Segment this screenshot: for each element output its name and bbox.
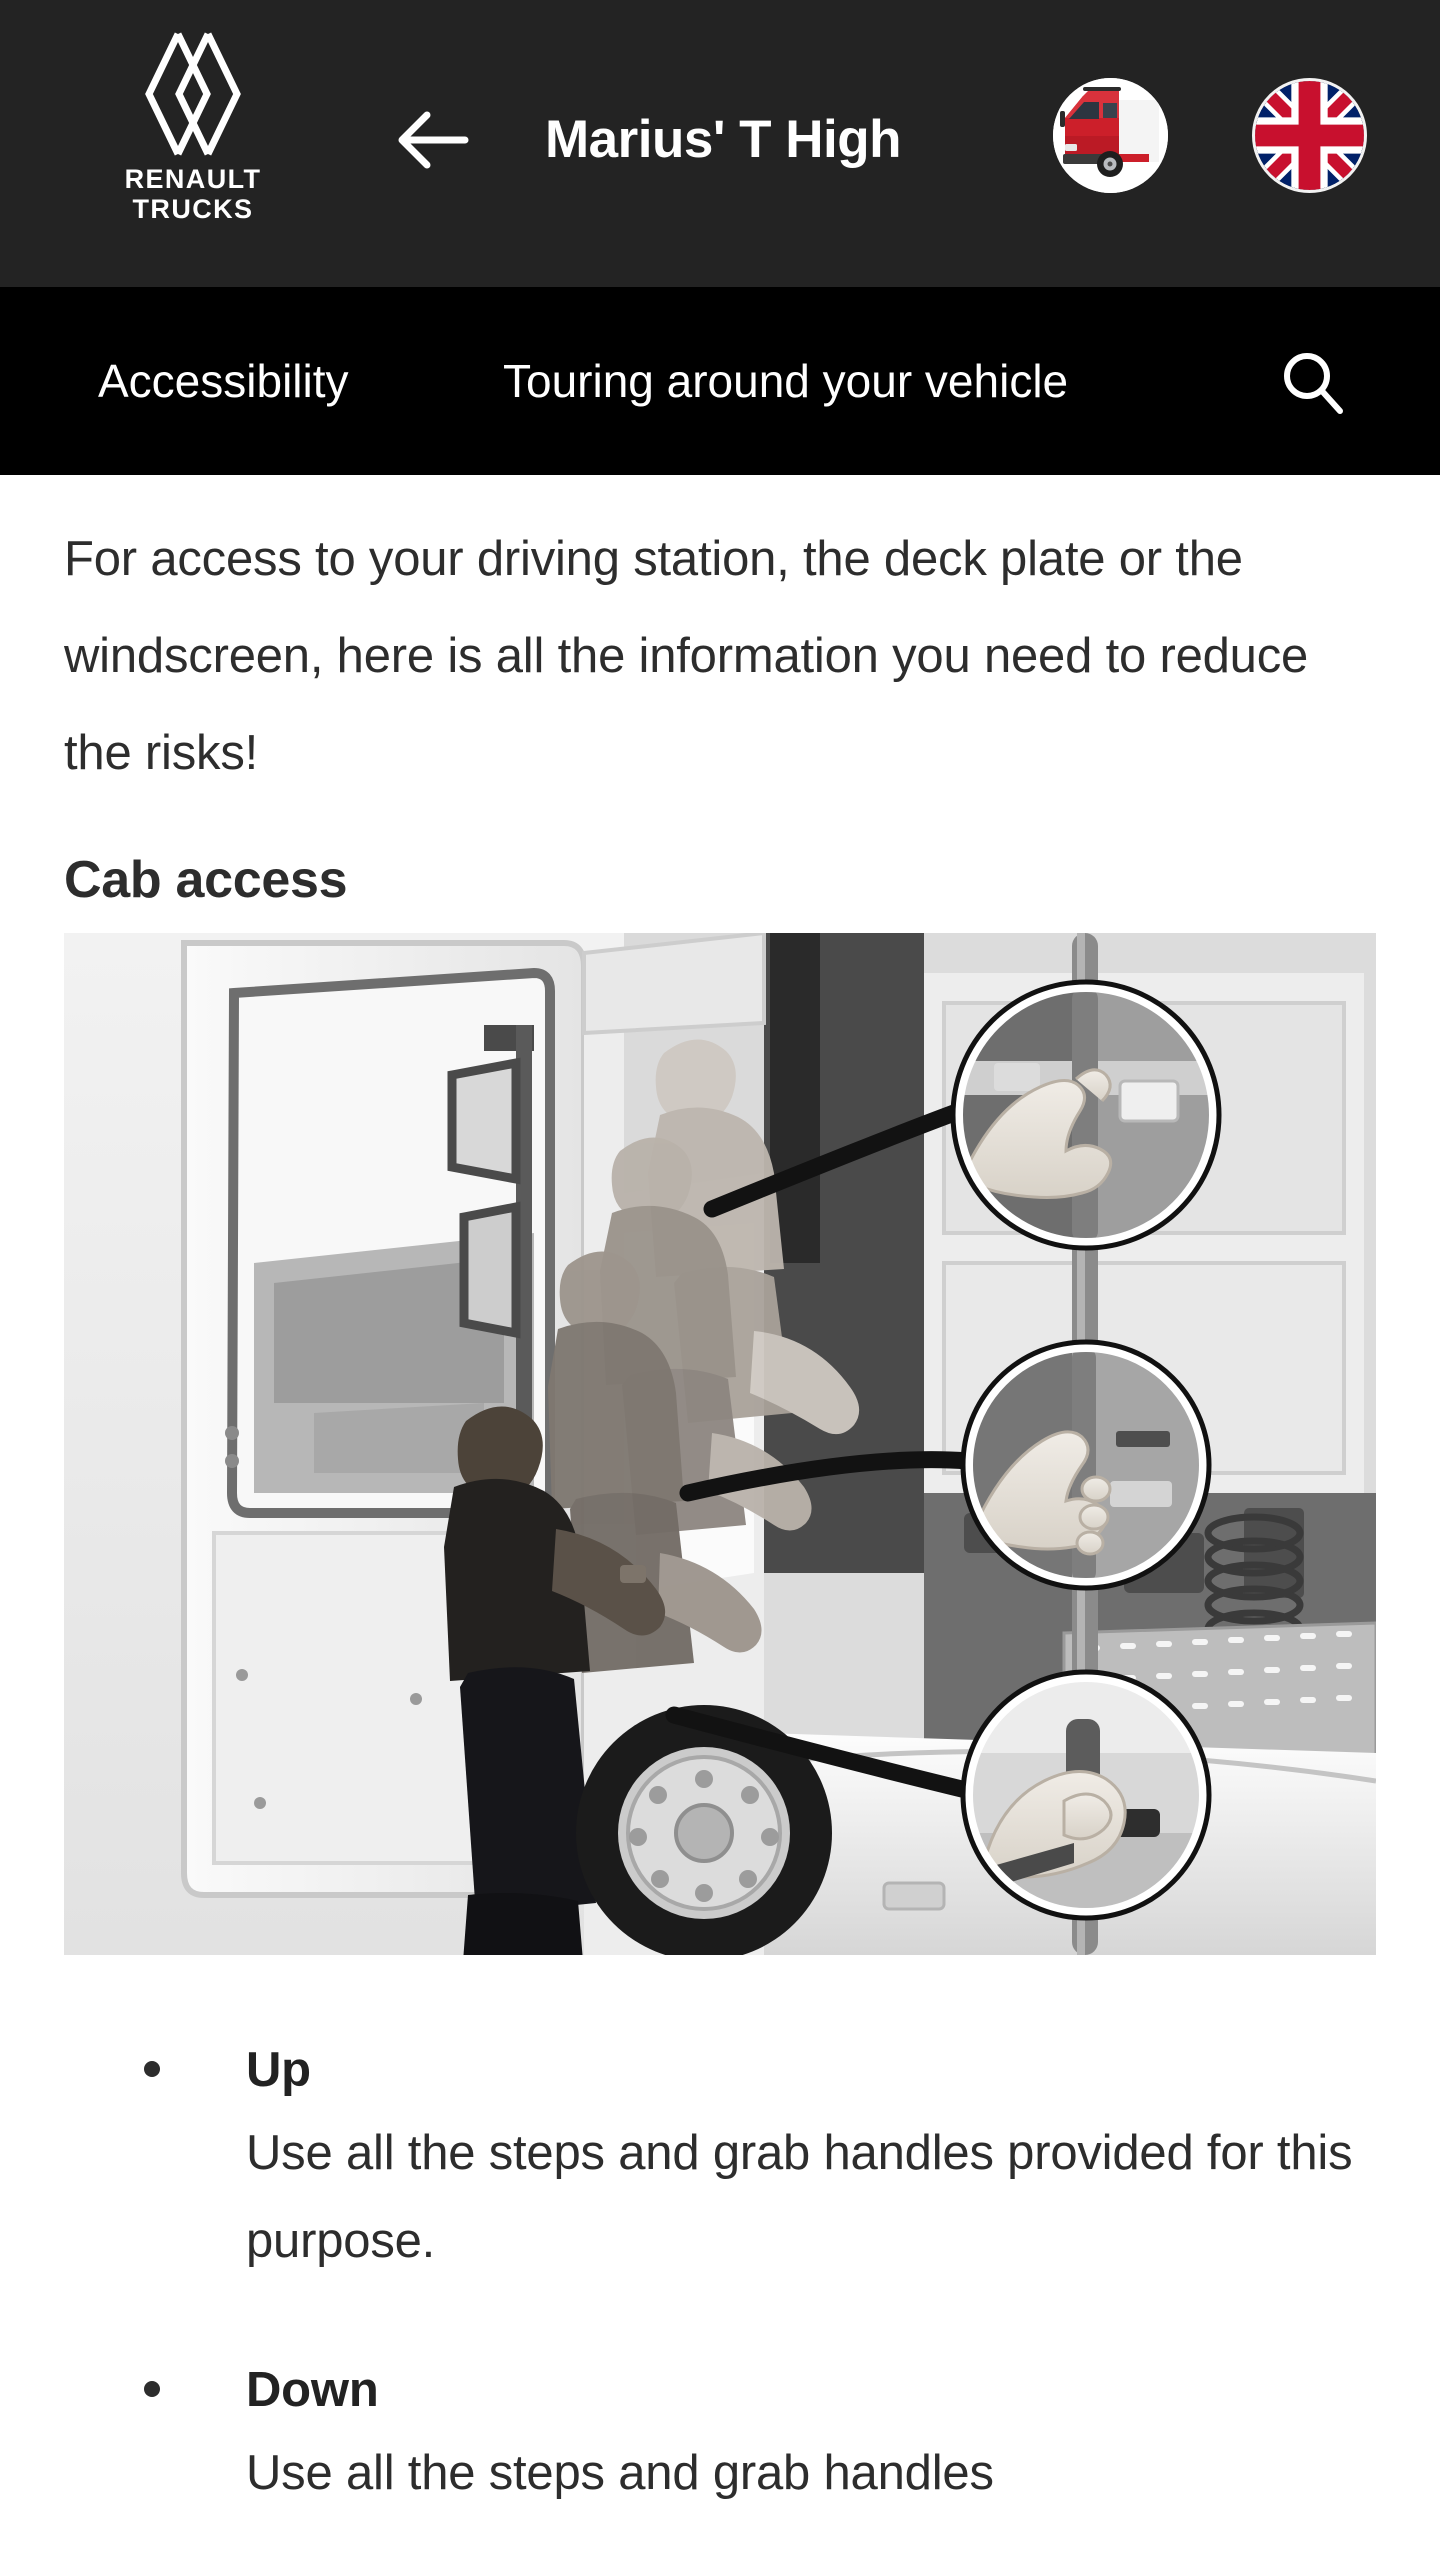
page-title: Marius' T High — [545, 110, 902, 169]
section-nav-bar: Accessibility Touring around your vehicl… — [0, 287, 1440, 475]
bullet-term: Up — [246, 2043, 311, 2098]
search-icon[interactable] — [1278, 347, 1348, 417]
bullet-term: Down — [246, 2363, 379, 2418]
intro-paragraph: For access to your driving station, the … — [64, 532, 1309, 780]
main-content: For access to your driving station, the … — [0, 511, 1440, 2518]
cab-access-figure — [64, 933, 1376, 1956]
section-heading-cab-access: Cab access — [64, 851, 348, 909]
cab-access-bullet-list: Up Use all the steps and grab handles pr… — [64, 2031, 1376, 2517]
truck-avatar[interactable] — [1053, 78, 1168, 193]
bullet-description: Use all the steps and grab handles provi… — [246, 2126, 1353, 2269]
uk-flag-icon[interactable] — [1252, 78, 1367, 193]
renault-diamond-logo-icon — [143, 30, 243, 158]
app-header: RENAULT TRUCKS Marius' T High — [0, 0, 1440, 287]
brand-block: RENAULT TRUCKS — [78, 30, 308, 224]
nav-item-touring-around-your-vehicle[interactable]: Touring around your vehicle — [503, 287, 1068, 475]
nav-item-accessibility[interactable]: Accessibility — [98, 287, 349, 475]
brand-wordmark: RENAULT TRUCKS — [124, 164, 262, 225]
bullet-description: Use all the steps and grab handles — [246, 2446, 994, 2501]
bullet-dot-icon — [144, 2061, 160, 2078]
list-item: Up Use all the steps and grab handles pr… — [88, 2031, 1376, 2285]
list-item: Down Use all the steps and grab handles — [88, 2351, 1376, 2517]
bullet-dot-icon — [144, 2381, 160, 2398]
back-button[interactable] — [395, 105, 473, 175]
